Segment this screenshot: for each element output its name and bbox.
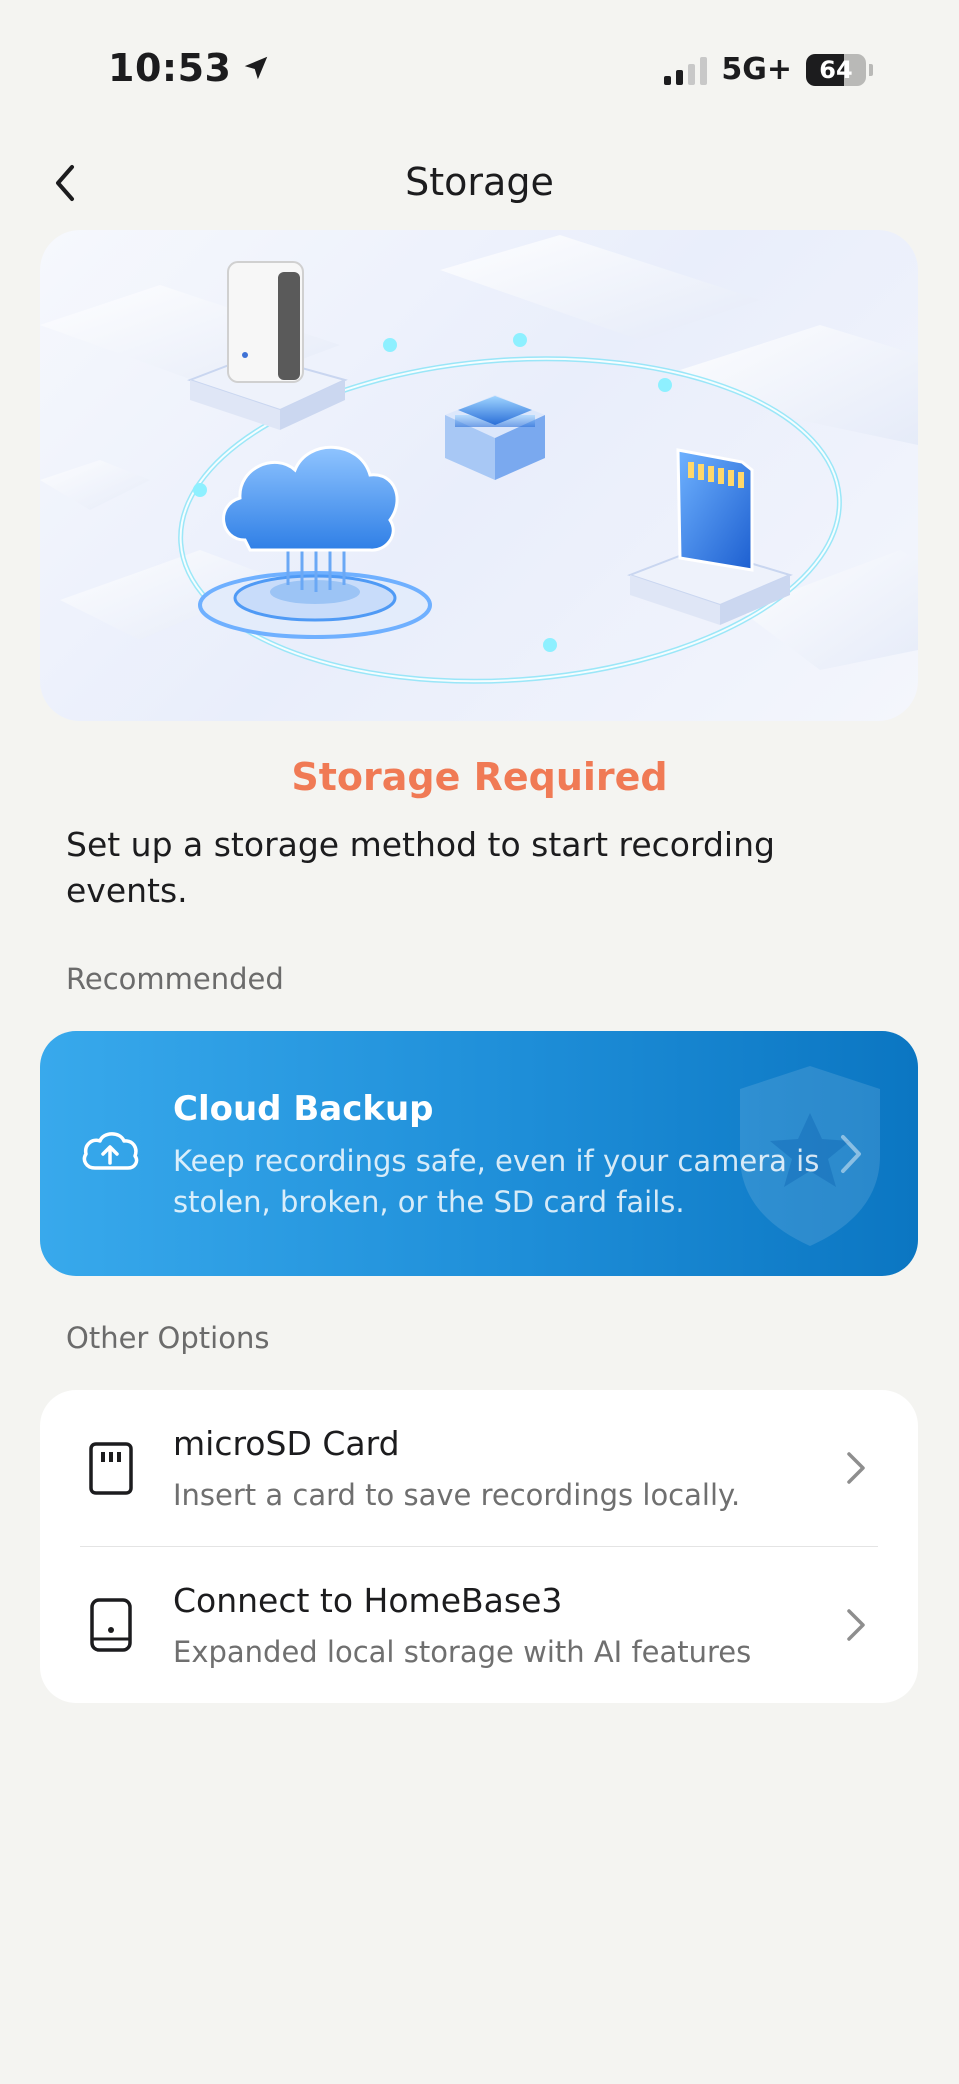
storage-hero-illustration [40, 230, 918, 721]
page-title: Storage [405, 160, 554, 204]
sd-card-icon [89, 1442, 133, 1495]
cellular-signal-icon [664, 55, 708, 85]
network-type: 5G+ [721, 52, 792, 87]
section-label-recommended: Recommended [66, 962, 284, 996]
battery-icon: 64 [806, 53, 873, 86]
cloud-backup-description: Keep recordings safe, even if your camer… [173, 1144, 820, 1219]
section-label-other-options: Other Options [66, 1321, 270, 1355]
status-bar: 10:53 5G+ 64 [0, 0, 959, 140]
homebase-icon [90, 1598, 132, 1652]
battery-percent: 64 [819, 55, 853, 84]
cloud-upload-icon [82, 1132, 139, 1170]
chevron-right-icon [847, 1452, 865, 1484]
chevron-right-icon [847, 1609, 865, 1641]
location-arrow-icon [245, 56, 268, 80]
status-time: 10:53 [108, 46, 271, 90]
cloud-backup-title: Cloud Backup [173, 1089, 434, 1129]
option-title: Connect to HomeBase3 [173, 1581, 563, 1620]
storage-required-description: Set up a storage method to start recordi… [66, 825, 775, 910]
time-text: 10:53 [108, 46, 232, 90]
storage-required-title: Storage Required [291, 755, 668, 799]
nav-bar: Storage [0, 150, 959, 220]
option-title: microSD Card [173, 1424, 400, 1463]
storage-options-list: microSD Card Insert a card to save recor… [40, 1390, 918, 1703]
option-description: Expanded local storage with AI features [173, 1635, 752, 1669]
cloud-backup-card[interactable]: Cloud Backup Keep recordings safe, even … [40, 1031, 918, 1276]
option-connect-homebase3[interactable]: Connect to HomeBase3 Expanded local stor… [40, 1547, 918, 1703]
option-microsd-card[interactable]: microSD Card Insert a card to save recor… [40, 1390, 918, 1546]
chevron-right-icon [841, 1135, 861, 1173]
option-description: Insert a card to save recordings locally… [173, 1478, 741, 1512]
